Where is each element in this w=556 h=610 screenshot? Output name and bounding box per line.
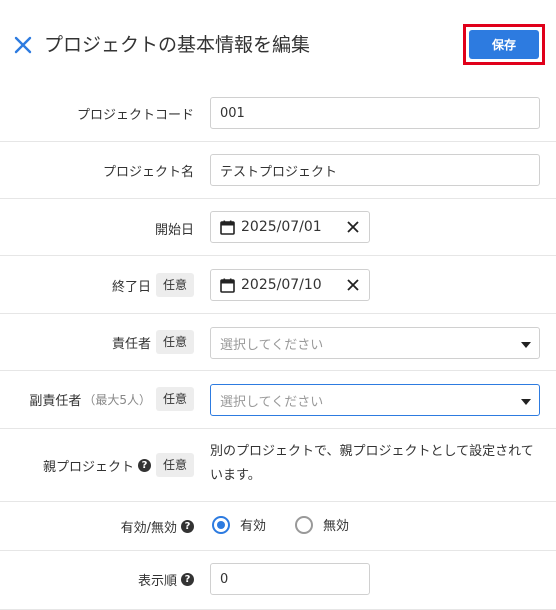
parent-label: 親プロジェクト? 任意 <box>43 453 194 477</box>
owner-select[interactable]: 選択してください <box>210 327 540 359</box>
end-date-input[interactable]: 2025/07/10 <box>210 269 370 301</box>
help-icon[interactable]: ? <box>181 520 194 533</box>
dropdown-caret-icon <box>521 399 531 405</box>
code-label: プロジェクトコード <box>76 108 194 123</box>
radio-unselected-icon <box>295 515 313 534</box>
help-icon[interactable]: ? <box>181 573 194 586</box>
name-input[interactable]: テストプロジェクト <box>210 154 540 186</box>
page-header: プロジェクトの基本情報を編集 保存 <box>0 0 556 84</box>
form-row-code: プロジェクトコード 001 <box>0 84 556 142</box>
radio-selected-icon <box>212 515 230 534</box>
end-date-label: 終了日 任意 <box>112 273 194 297</box>
owner-label: 責任者 任意 <box>112 330 194 354</box>
help-icon[interactable]: ? <box>137 458 151 472</box>
start-date-label: 開始日 <box>154 223 194 238</box>
parent-description: 別のプロジェクトで、親プロジェクトとして設定されています。 <box>210 444 534 483</box>
order-input[interactable]: 0 <box>210 563 370 595</box>
start-date-input[interactable]: 2025/07/01 <box>210 211 370 243</box>
calendar-icon <box>220 220 235 235</box>
deputy-select[interactable]: 選択してください <box>210 384 540 416</box>
form-row-status: 有効/無効? 有効 無効 <box>0 502 556 551</box>
save-button-highlight: 保存 <box>463 24 545 65</box>
order-label: 表示順? <box>138 570 194 589</box>
form-row-owner: 責任者 任意 選択してください <box>0 314 556 371</box>
dropdown-caret-icon <box>521 342 531 348</box>
name-label: プロジェクト名 <box>102 165 194 180</box>
calendar-icon <box>220 278 235 293</box>
form-row-name: プロジェクト名 テストプロジェクト <box>0 142 556 199</box>
deputy-label: 副責任者 （最大5人） 任意 <box>29 387 194 411</box>
optional-badge: 任意 <box>155 387 194 411</box>
form-row-end-date: 終了日 任意 2025/07/10 <box>0 256 556 314</box>
radio-inactive[interactable]: 無効 <box>295 515 349 534</box>
optional-badge: 任意 <box>155 273 194 297</box>
code-input[interactable]: 001 <box>210 97 540 129</box>
save-button[interactable]: 保存 <box>469 30 539 59</box>
form-row-parent: 親プロジェクト? 任意 別のプロジェクトで、親プロジェクトとして設定されています。 <box>0 429 556 502</box>
radio-active[interactable]: 有効 <box>212 515 266 534</box>
close-icon[interactable] <box>14 36 32 54</box>
clear-icon[interactable] <box>347 221 359 233</box>
optional-badge: 任意 <box>155 453 194 477</box>
form-row-start-date: 開始日 2025/07/01 <box>0 199 556 256</box>
status-label: 有効/無効? <box>121 517 194 536</box>
page-title: プロジェクトの基本情報を編集 <box>44 34 311 56</box>
form-row-deputy: 副責任者 （最大5人） 任意 選択してください <box>0 371 556 429</box>
form-row-order: 表示順? 0 <box>0 551 556 610</box>
optional-badge: 任意 <box>155 330 194 354</box>
clear-icon[interactable] <box>347 279 359 291</box>
